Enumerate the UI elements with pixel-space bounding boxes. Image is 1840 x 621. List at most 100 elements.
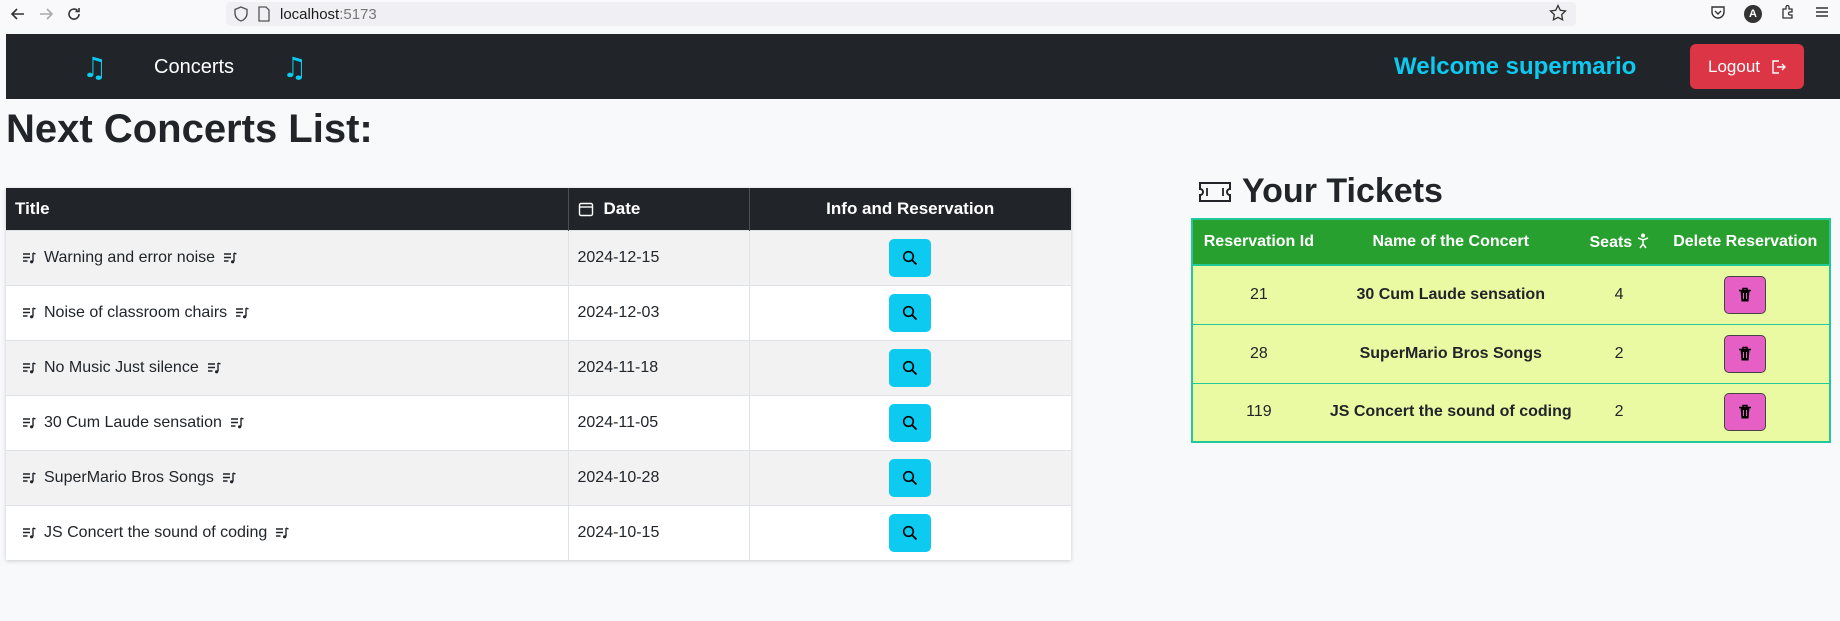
- concert-name-cell: 30 Cum Laude sensation: [1324, 264, 1577, 324]
- pocket-icon[interactable]: [1710, 4, 1726, 24]
- shield-icon: [234, 6, 248, 22]
- ticket-row: 28 SuperMario Bros Songs 2: [1192, 323, 1830, 383]
- url-bar[interactable]: localhost:5173: [226, 2, 1576, 26]
- table-row: No Music Just silence 2024-11-18: [6, 339, 1071, 395]
- browser-toolbar: localhost:5173 A: [0, 0, 1840, 28]
- seats-cell: 4: [1576, 264, 1662, 324]
- concert-date-cell: 2024-10-28: [568, 449, 750, 505]
- logout-button[interactable]: Logout: [1690, 44, 1804, 89]
- search-icon: [903, 305, 918, 320]
- music-note-icon: ♫: [282, 51, 308, 84]
- table-row: Noise of classroom chairs 2024-12-03: [6, 284, 1071, 340]
- delete-cell: [1661, 382, 1830, 442]
- music-playlist-icon: [23, 416, 36, 428]
- reservation-id-cell: 21: [1192, 264, 1325, 324]
- delete-reservation-button[interactable]: [1724, 275, 1767, 314]
- music-playlist-icon: [23, 471, 36, 483]
- trash-icon: [1739, 405, 1752, 419]
- welcome-message: Welcome supermario: [1394, 53, 1637, 80]
- url-text: localhost:5173: [280, 5, 377, 23]
- music-playlist-icon: [222, 471, 236, 483]
- info-reservation-button[interactable]: [889, 238, 932, 277]
- info-reservation-button[interactable]: [889, 293, 932, 332]
- concerts-table: Title Date Info and Reservation Warning …: [6, 188, 1071, 560]
- table-row: JS Concert the sound of coding 2024-10-1…: [6, 504, 1071, 560]
- concert-title-cell: No Music Just silence: [6, 339, 569, 395]
- column-header-delete: Delete Reservation: [1661, 219, 1830, 266]
- tickets-table: Reservation Id Name of the Concert Seats…: [1191, 218, 1831, 443]
- delete-cell: [1661, 264, 1830, 324]
- music-playlist-icon: [230, 416, 244, 428]
- column-header-date: Date: [568, 188, 750, 230]
- music-playlist-icon: [23, 527, 36, 539]
- info-cell: [749, 394, 1071, 450]
- delete-reservation-button[interactable]: [1724, 334, 1767, 373]
- forward-icon[interactable]: [32, 0, 60, 28]
- table-row: Warning and error noise 2024-12-15: [6, 229, 1071, 285]
- search-icon: [903, 250, 918, 265]
- delete-reservation-button[interactable]: [1724, 393, 1767, 432]
- reservation-id-cell: 28: [1192, 323, 1325, 383]
- table-row: 30 Cum Laude sensation 2024-11-05: [6, 394, 1071, 450]
- concert-name-cell: JS Concert the sound of coding: [1324, 382, 1577, 442]
- music-playlist-icon: [276, 527, 290, 539]
- seats-cell: 2: [1576, 323, 1662, 383]
- music-playlist-icon: [207, 361, 221, 373]
- tickets-header-row: Reservation Id Name of the Concert Seats…: [1192, 219, 1830, 266]
- music-note-icon: ♫: [82, 51, 108, 84]
- info-cell: [749, 339, 1071, 395]
- page-icon: [258, 6, 270, 22]
- info-reservation-button[interactable]: [889, 403, 932, 442]
- concert-title-cell: 30 Cum Laude sensation: [6, 394, 569, 450]
- music-playlist-icon: [236, 306, 249, 318]
- browser-extensions: A: [1710, 0, 1830, 28]
- trash-icon: [1739, 346, 1752, 360]
- app-navbar: ♫ Concerts ♫ Welcome supermario Logout: [6, 34, 1840, 99]
- calendar-icon: [578, 202, 593, 216]
- column-header-seats: Seats: [1576, 219, 1662, 266]
- info-reservation-button[interactable]: [889, 458, 932, 497]
- music-playlist-icon: [224, 251, 237, 263]
- trash-icon: [1739, 287, 1752, 302]
- info-reservation-button[interactable]: [889, 513, 932, 552]
- search-icon: [903, 415, 918, 430]
- concert-date-cell: 2024-12-03: [568, 284, 750, 340]
- column-header-info: Info and Reservation: [749, 188, 1071, 230]
- info-cell: [749, 449, 1071, 505]
- page-title: Next Concerts List:: [6, 107, 373, 151]
- table-row: SuperMario Bros Songs 2024-10-28: [6, 449, 1071, 505]
- extensions-icon[interactable]: [1780, 4, 1796, 24]
- reservation-id-cell: 119: [1192, 382, 1325, 442]
- concert-name-cell: SuperMario Bros Songs: [1324, 323, 1577, 383]
- profile-avatar[interactable]: A: [1744, 5, 1762, 23]
- info-reservation-button[interactable]: [889, 348, 932, 387]
- nav-link-concerts[interactable]: Concerts: [154, 56, 234, 79]
- concert-title-cell: JS Concert the sound of coding: [6, 504, 569, 560]
- search-icon: [903, 360, 918, 375]
- reload-icon[interactable]: [60, 0, 88, 28]
- concert-date-cell: 2024-11-18: [568, 339, 750, 395]
- ticket-row: 21 30 Cum Laude sensation 4: [1192, 264, 1830, 324]
- music-playlist-icon: [23, 361, 36, 373]
- ticket-row: 119 JS Concert the sound of coding 2: [1192, 382, 1830, 442]
- info-cell: [749, 504, 1071, 560]
- menu-icon[interactable]: [1814, 4, 1830, 24]
- music-playlist-icon: [23, 251, 36, 263]
- info-cell: [749, 284, 1071, 340]
- person-icon: [1637, 233, 1648, 248]
- back-icon[interactable]: [4, 0, 32, 28]
- concert-title-cell: SuperMario Bros Songs: [6, 449, 569, 505]
- concert-date-cell: 2024-12-15: [568, 229, 750, 285]
- tickets-heading: Your Tickets: [1198, 172, 1443, 211]
- logout-icon: [1772, 59, 1786, 74]
- concert-title-cell: Noise of classroom chairs: [6, 284, 569, 340]
- info-cell: [749, 229, 1071, 285]
- seats-cell: 2: [1576, 382, 1662, 442]
- concert-date-cell: 2024-10-15: [568, 504, 750, 560]
- bookmark-star-icon[interactable]: [1549, 3, 1567, 26]
- logout-label: Logout: [1708, 56, 1760, 76]
- music-playlist-icon: [23, 306, 36, 318]
- concert-date-cell: 2024-11-05: [568, 394, 750, 450]
- delete-cell: [1661, 323, 1830, 383]
- table-header-row: Title Date Info and Reservation: [6, 188, 1071, 230]
